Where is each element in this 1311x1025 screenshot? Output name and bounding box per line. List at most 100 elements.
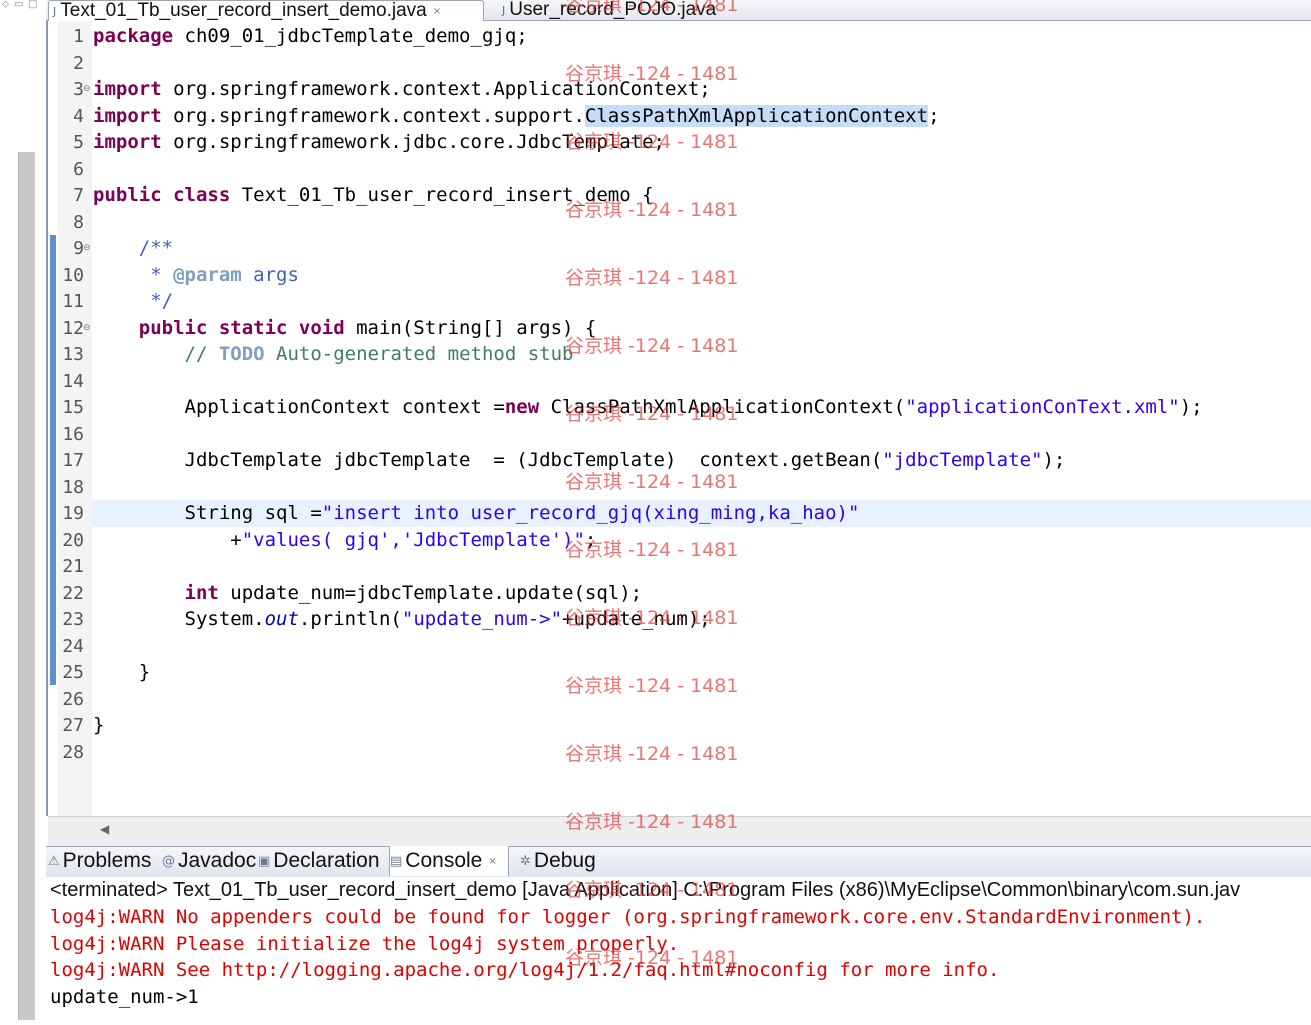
line-number: 6 [73,159,84,180]
code-text[interactable]: public class Text_01_Tb_user_record_inse… [93,182,654,209]
tab-text-01-java[interactable]: J Text_01_Tb_user_record_insert_demo.jav… [48,0,484,21]
tab-declaration[interactable]: ▣ Declaration [258,846,380,876]
close-icon[interactable]: × [488,856,496,867]
code-text[interactable]: +"values( gjq','JdbcTemplate')"; [93,527,596,554]
code-text[interactable]: public static void main(String[] args) { [93,315,597,342]
code-token: TODO [218,343,265,365]
minimize-icon[interactable]: ▭ [14,0,23,10]
close-icon[interactable]: × [433,6,441,17]
code-token: new [504,396,540,418]
code-token: JdbcTemplate jdbcTemplate = (JdbcTemplat… [93,449,883,471]
code-token: ); [1042,449,1066,471]
code-text[interactable]: import org.springframework.context.Appli… [93,76,711,103]
code-text[interactable]: JdbcTemplate jdbcTemplate = (JdbcTemplat… [93,447,1066,474]
code-token: ch09_01_jdbcTemplate_demo_ [173,25,482,47]
code-token: .println( [298,608,402,630]
code-token: ; [584,529,597,551]
code-text[interactable]: System.out.println("update_num->"+update… [93,606,711,633]
restore-icon[interactable]: ⬦ [2,0,9,10]
selected-text: ClassPathXmlApplicationContext [584,105,929,127]
code-token: public static void [93,317,345,339]
code-token: import [93,131,162,153]
maximize-icon[interactable]: □ [28,0,37,10]
code-token: out [264,608,299,630]
code-text[interactable]: String sql ="insert into user_record_gjq… [93,500,860,527]
javadoc-icon: @ [162,853,175,869]
code-line: 15 ApplicationContext context =new Class… [46,394,1311,421]
code-token: import [93,105,162,127]
java-file-icon: J [502,3,506,17]
code-line: 17 JdbcTemplate jdbcTemplate = (JdbcTemp… [46,447,1311,474]
line-number: 12 [62,318,84,339]
code-line: 28 [46,739,1311,766]
fold-icon[interactable]: ⊖ [83,84,91,94]
code-line: 6 [46,156,1311,183]
code-text[interactable]: } [93,712,104,739]
code-line: 16 [46,421,1311,448]
code-token: "values( gjq','JdbcTemplate')" [241,529,585,551]
console-line: log4j:WARN No appenders could be found f… [50,906,1206,928]
tab-user-record-pojo[interactable]: J User_record_POJO.java [498,0,716,20]
code-token: org.springframework.jdbc.core.JdbcTempla… [161,131,665,153]
debug-icon: ✲ [520,853,531,869]
line-number: 21 [62,556,84,577]
scroll-left-arrow-icon[interactable]: ◀ [100,822,109,836]
line-number: 10 [62,265,84,286]
code-token: "update_num->" [401,608,563,630]
line-number: 15 [62,397,84,418]
code-token: int [93,582,219,604]
fold-icon[interactable]: ⊖ [83,323,91,333]
line-number: 14 [62,371,84,392]
code-token: String sql = [93,502,322,524]
line-number: 24 [62,636,84,657]
line-number: 4 [73,106,84,127]
line-number: 3 [73,79,84,100]
tab-problems[interactable]: ⚠ Problems [48,846,151,876]
console-line: log4j:WARN See http://logging.apache.org… [50,959,1000,981]
code-token: Auto-generated method stub [264,343,574,365]
line-number: 17 [62,450,84,471]
code-text[interactable]: // TODO Auto-generated method stub [93,341,574,368]
code-lines: 1 package ch09_01_jdbcTemplate_demo_gjq; … [46,21,1311,816]
line-number: 16 [62,424,84,445]
code-token: "jdbcTemplate" [882,449,1043,471]
fold-icon[interactable]: ⊖ [83,243,91,253]
code-text[interactable]: */ [93,288,173,315]
code-token: main(String[] args) { [344,317,597,339]
code-text[interactable]: int update_num=jdbcTemplate.update(sql); [93,580,643,607]
code-line: 7 public class Text_01_Tb_user_record_ins… [46,182,1311,209]
code-text[interactable]: /** [93,235,173,262]
tab-label: User_record_POJO.java [509,0,717,20]
code-text[interactable]: import org.springframework.context.suppo… [93,103,940,130]
line-number: 19 [62,503,84,524]
code-token: Text_01_Tb_user_record_insert_demo { [230,184,654,206]
tab-debug[interactable]: ✲ Debug [520,846,596,876]
code-line: 25 } [46,659,1311,686]
line-number: 2 [73,53,84,74]
horizontal-scrollbar[interactable] [48,816,1311,847]
line-number: 7 [73,185,84,206]
editor-tab-bar: J Text_01_Tb_user_record_insert_demo.jav… [46,0,1311,21]
code-token: update_num=jdbcTemplate.update(sql); [218,582,643,604]
code-line: 5 import org.springframework.jdbc.core.Jd… [46,129,1311,156]
code-line: 8 [46,209,1311,236]
code-text[interactable]: } [93,659,150,686]
code-token: * [93,264,174,286]
code-line: 20 +"values( gjq','JdbcTemplate')"; [46,527,1311,554]
console-icon: ▤ [390,853,403,869]
code-line: 26 [46,686,1311,713]
code-token: ApplicationContext context = [93,396,505,418]
code-text[interactable]: import org.springframework.jdbc.core.Jdb… [93,129,665,156]
tab-javadoc[interactable]: @ Javadoc [162,846,256,876]
tab-console[interactable]: ▤ Console × [389,846,509,876]
code-text[interactable]: * @param args [93,262,299,289]
code-token: "applicationConText.xml" [905,396,1180,418]
line-number: 25 [62,662,84,683]
code-token: args [241,264,299,286]
problems-icon: ⚠ [48,853,60,869]
left-panel-scrollbar[interactable] [18,152,35,1020]
code-text[interactable]: ApplicationContext context =new ClassPat… [93,394,1203,421]
code-token: System. [93,608,265,630]
declaration-icon: ▣ [258,853,271,869]
code-text[interactable]: package ch09_01_jdbcTemplate_demo_gjq; [93,23,528,50]
